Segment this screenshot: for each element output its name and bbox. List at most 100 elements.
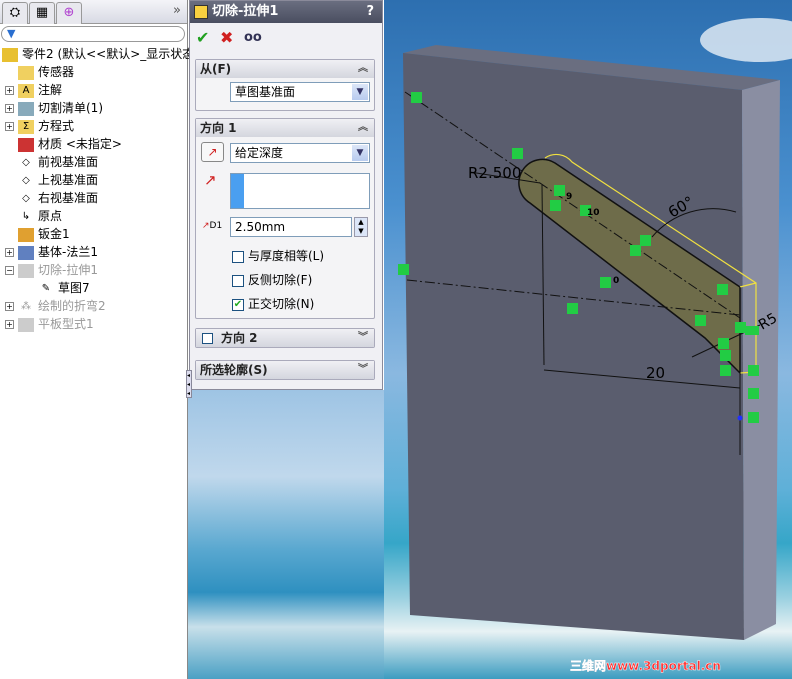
property-manager-panel: 切除-拉伸1? ✔ ✖ oo 从(F) ︽ 草图基准面 ▼ 方向 1 ︽ ↗ 给定深度…: [189, 0, 383, 390]
tree-item-label: 切割清单(1): [38, 101, 103, 115]
tree-item-label: 上视基准面: [38, 173, 99, 187]
direction-arrow-icon: ↗: [204, 171, 217, 189]
end-condition-select[interactable]: 给定深度 ▼: [230, 143, 370, 163]
cut-extrude-icon: [18, 263, 34, 278]
tree-item[interactable]: − 切除-拉伸1: [0, 261, 188, 279]
tree-item[interactable]: ✎ 草图7: [0, 279, 188, 297]
checkbox-box-checked[interactable]: ✔: [232, 298, 244, 311]
expand-icon[interactable]: +: [5, 302, 14, 311]
manager-tabs: ⛭ ▦ ⊕ »: [0, 0, 187, 24]
flip-side-checkbox[interactable]: 反侧切除(F): [232, 273, 312, 289]
cut-list-icon: [18, 101, 34, 116]
tree-item-label: 草图7: [58, 281, 90, 295]
direction2-group: 方向 2 ︾: [195, 328, 375, 348]
checkbox-box[interactable]: [232, 274, 244, 287]
expand-chevron-icon[interactable]: »: [173, 3, 181, 18]
tree-item[interactable]: + A 注解: [0, 81, 188, 99]
direction-reference-box[interactable]: [230, 173, 370, 209]
tree-item[interactable]: ↳ 原点: [0, 207, 188, 225]
tree-root-label: 零件2 (默认<<默认>_显示状态: [22, 47, 195, 61]
expand-icon[interactable]: +: [5, 86, 14, 95]
direction1-label: 方向 1: [200, 121, 237, 135]
panel-collapse-handle[interactable]: ◂ ◂ ◂: [186, 370, 192, 398]
tree-item[interactable]: + 切割清单(1): [0, 99, 188, 117]
depth-input[interactable]: 2.50mm: [230, 217, 352, 237]
origin-icon: ↳: [21, 210, 31, 222]
ok-check-icon[interactable]: ✔: [196, 28, 209, 47]
flat-pattern-icon: [18, 317, 34, 332]
contours-group: 所选轮廓(S) ︾: [195, 360, 375, 380]
from-group-header[interactable]: 从(F) ︽: [196, 60, 374, 78]
depth-spinner[interactable]: ▲ ▼: [354, 217, 368, 237]
direction1-header[interactable]: 方向 1 ︽: [196, 119, 374, 137]
tree-item[interactable]: + 基体-法兰1: [0, 243, 188, 261]
base-flange-icon: [18, 245, 34, 260]
viewport-background-left: [188, 390, 384, 679]
reverse-direction-button[interactable]: ↗: [201, 142, 224, 162]
plane-icon: ◇: [22, 156, 30, 168]
part-icon: [2, 47, 18, 62]
tree-item[interactable]: 钣金1: [0, 225, 188, 243]
tree-item-label: 切除-拉伸1: [38, 263, 98, 277]
tree-item[interactable]: ◇ 前视基准面: [0, 153, 188, 171]
direction2-header[interactable]: 方向 2 ︾: [196, 329, 374, 347]
plane-icon: ◇: [22, 174, 30, 186]
tree-item-label: 前视基准面: [38, 155, 99, 169]
tree-item[interactable]: + 平板型式1: [0, 315, 188, 333]
relation-label-9: 9: [566, 192, 572, 202]
help-button[interactable]: ?: [366, 1, 374, 23]
collapse-chevron-icon[interactable]: ︽: [358, 60, 368, 78]
tree-root-part[interactable]: 零件2 (默认<<默认>_显示状态: [0, 45, 194, 63]
graphics-viewport[interactable]: R2.500 60° R5 20 10 9 0 三维网www.3dportal.…: [384, 0, 792, 679]
feature-manager-pane: ⛭ ▦ ⊕ » ▼ 零件2 (默认<<默认>_显示状态 传感器 + A 注解 + 切割清单…: [0, 0, 194, 679]
plate-side-face: [742, 80, 780, 640]
config-manager-tab-icon[interactable]: ⊕: [56, 2, 82, 24]
plane-icon: ◇: [22, 192, 30, 204]
expand-chevron-icon[interactable]: ︾: [358, 329, 368, 347]
tree-item-label: 平板型式1: [38, 317, 94, 331]
checkbox-label: 反侧切除(F): [248, 273, 313, 287]
sketch-point[interactable]: [737, 415, 743, 421]
contours-label: 所选轮廓(S): [200, 363, 268, 377]
checkbox-box[interactable]: [232, 250, 244, 263]
equal-thickness-checkbox[interactable]: 与厚度相等(L): [232, 249, 324, 265]
expand-icon[interactable]: +: [5, 320, 14, 329]
feature-manager-tab-icon[interactable]: ⛭: [2, 2, 28, 24]
checkbox-label: 正交切除(N): [248, 297, 315, 311]
direction2-label: 方向 2: [221, 331, 258, 345]
tree-item[interactable]: 传感器: [0, 63, 188, 81]
expand-icon[interactable]: +: [5, 122, 14, 131]
tree-item-label: 基体-法兰1: [38, 245, 98, 259]
depth-value: 2.50mm: [235, 220, 286, 234]
sketched-bend-icon: ⁂: [21, 300, 31, 312]
dropdown-arrow-icon: ▼: [352, 145, 368, 161]
cancel-x-icon[interactable]: ✖: [220, 28, 233, 47]
direction2-checkbox[interactable]: [202, 333, 213, 344]
length-dimension[interactable]: 20: [646, 364, 665, 382]
property-manager-tab-icon[interactable]: ▦: [29, 2, 55, 24]
expand-chevron-icon[interactable]: ︾: [358, 361, 368, 379]
tree-item-label: 传感器: [38, 65, 75, 79]
plate-front-face[interactable]: [403, 53, 744, 640]
contours-header[interactable]: 所选轮廓(S) ︾: [196, 361, 374, 379]
expand-icon[interactable]: +: [5, 248, 14, 257]
tree-item[interactable]: ◇ 右视基准面: [0, 189, 188, 207]
filter-icon: ▼: [7, 27, 16, 40]
annotation-icon: A: [18, 83, 34, 98]
from-select[interactable]: 草图基准面 ▼: [230, 82, 370, 102]
direction1-group: 方向 1 ︽ ↗ 给定深度 ▼ ↗ ↗D1 2.50mm ▲ ▼ 与厚度相等(L) 反…: [195, 118, 375, 319]
tree-item[interactable]: + ⁂ 绘制的折弯2: [0, 297, 188, 315]
preview-glasses-icon[interactable]: oo: [244, 30, 262, 45]
collapse-chevron-icon[interactable]: ︽: [358, 119, 368, 137]
tree-item[interactable]: ◇ 上视基准面: [0, 171, 188, 189]
tree-item-label: 材质 <未指定>: [38, 137, 122, 151]
collapse-icon[interactable]: −: [5, 266, 14, 275]
expand-icon[interactable]: +: [5, 104, 14, 113]
radius-dimension[interactable]: R2.500: [468, 164, 521, 182]
tree-item[interactable]: + Σ 方程式: [0, 117, 188, 135]
model-view[interactable]: R2.500 60° R5 20 10 9 0 三维网www.3dportal.…: [384, 0, 792, 679]
tree-item[interactable]: 材质 <未指定>: [0, 135, 188, 153]
normal-cut-checkbox[interactable]: ✔ 正交切除(N): [232, 297, 314, 313]
tree-item-label: 绘制的折弯2: [38, 299, 106, 313]
tree-filter-input[interactable]: ▼: [1, 26, 185, 42]
